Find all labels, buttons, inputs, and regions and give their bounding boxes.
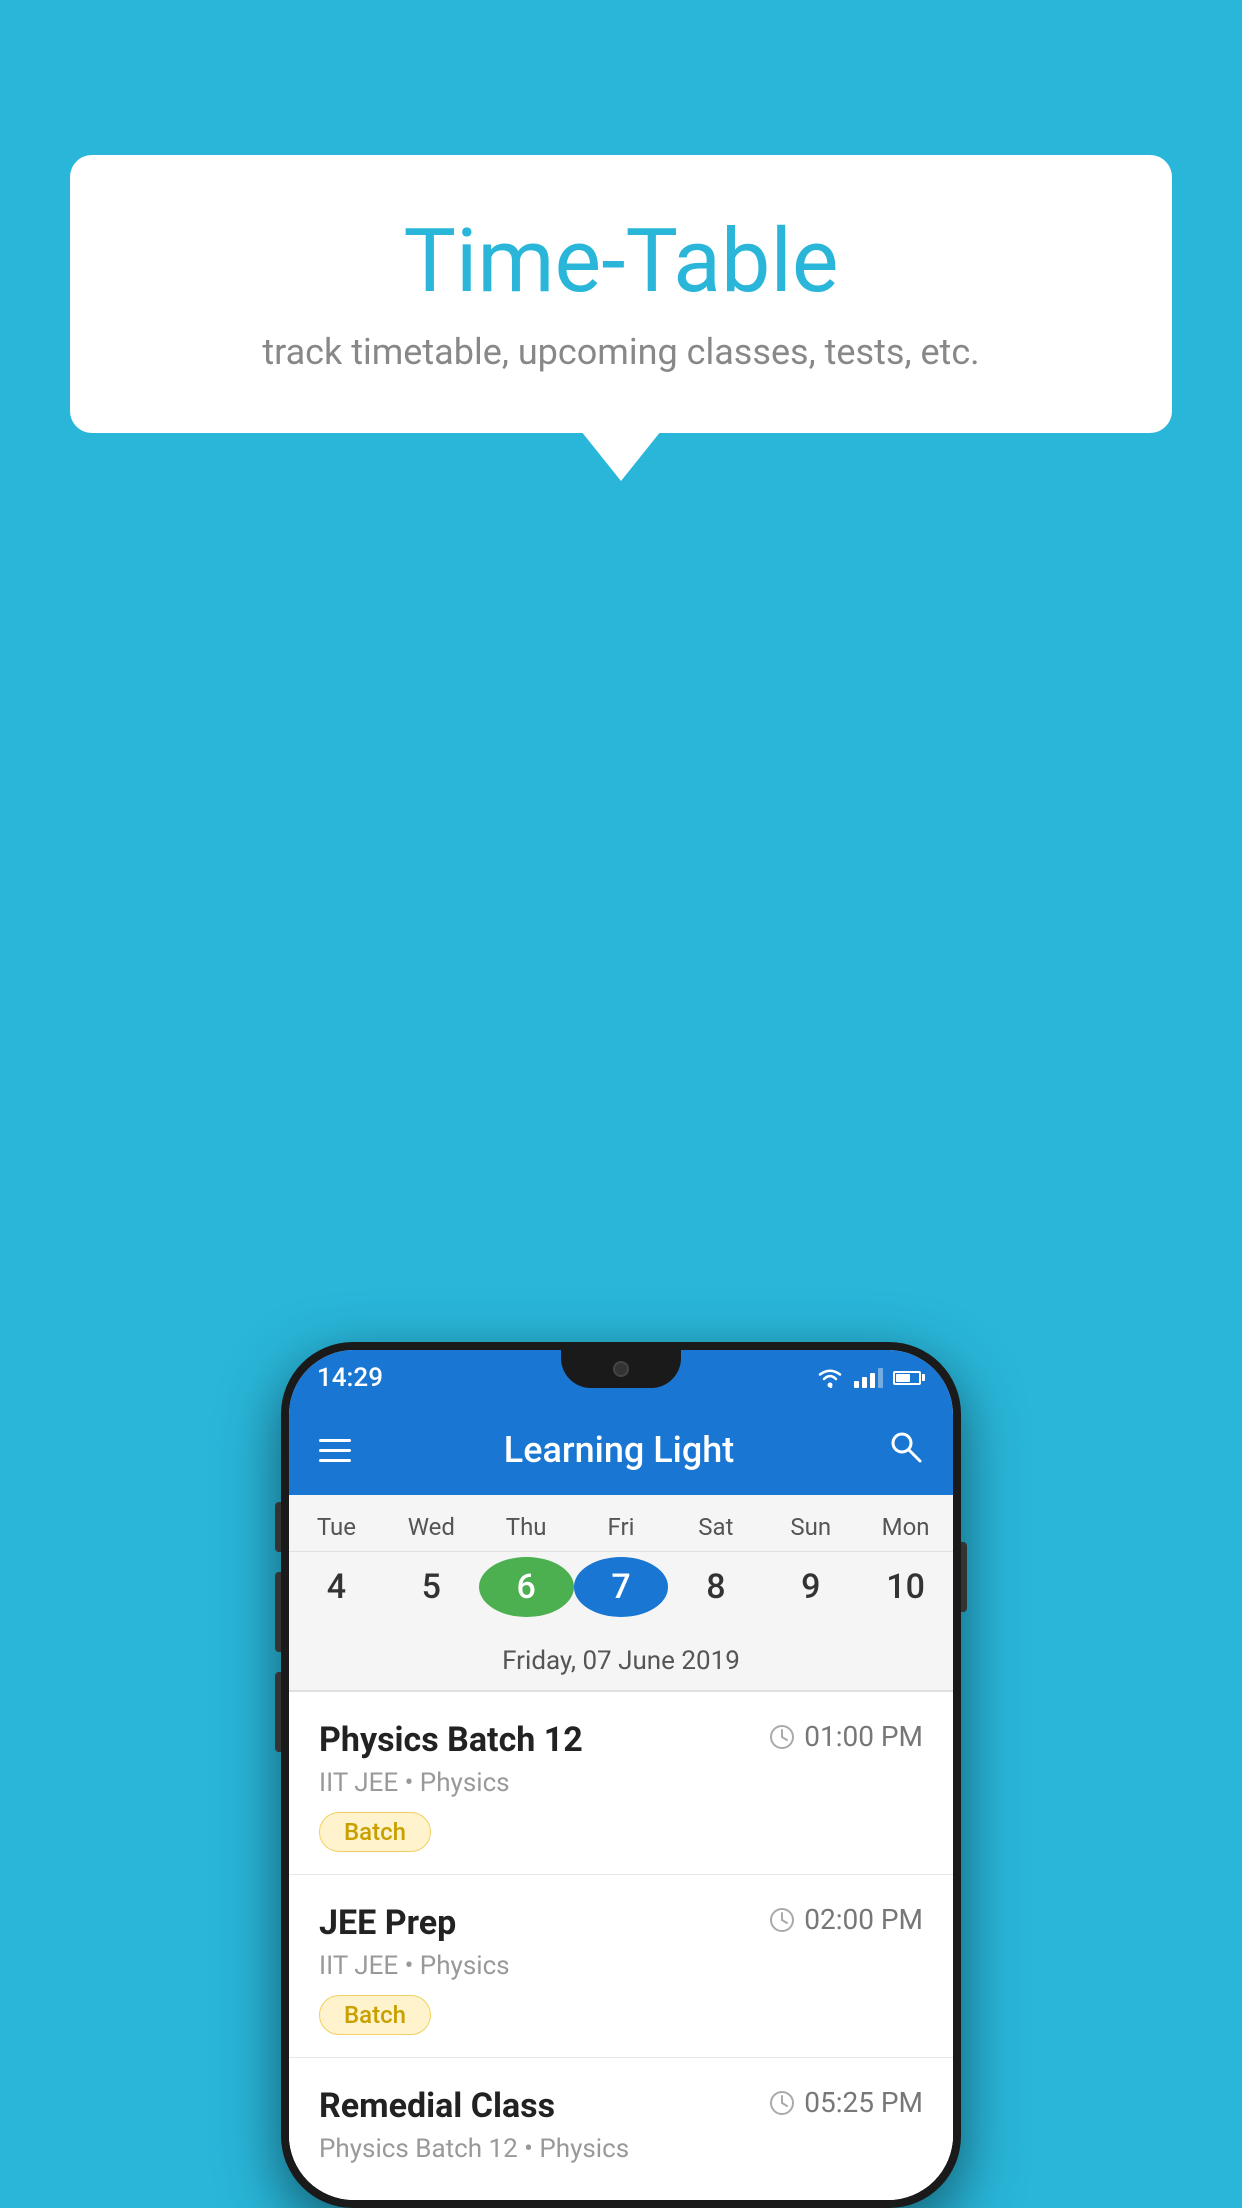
day-header-wed[interactable]: Wed	[384, 1495, 479, 1551]
bubble-subtitle: track timetable, upcoming classes, tests…	[110, 331, 1132, 373]
day-number-6-wrap[interactable]: 6	[479, 1557, 574, 1617]
day-header-mon[interactable]: Mon	[858, 1495, 953, 1551]
day-number-7-wrap[interactable]: 7	[574, 1557, 669, 1617]
schedule-item-sub-2: IIT JEE • Physics	[319, 1951, 923, 1981]
schedule-item-time-3: 05:25 PM	[768, 2086, 923, 2119]
status-icons	[816, 1367, 925, 1389]
day-number-5-wrap[interactable]: 5	[384, 1557, 479, 1617]
speech-bubble: Time-Table track timetable, upcoming cla…	[70, 155, 1172, 433]
signal-icon	[854, 1368, 883, 1388]
day-header-tue[interactable]: Tue	[289, 1495, 384, 1551]
day-number-5: 5	[384, 1557, 479, 1617]
day-number-6: 6	[479, 1557, 574, 1617]
day-header-thu[interactable]: Thu	[479, 1495, 574, 1551]
status-time: 14:29	[317, 1363, 383, 1393]
day-number-10: 10	[858, 1557, 953, 1617]
front-camera	[613, 1361, 629, 1377]
schedule-item-time-1: 01:00 PM	[768, 1720, 923, 1753]
volume-up-button	[275, 1502, 281, 1552]
volume-down-button	[275, 1572, 281, 1652]
schedule-item-header-2: JEE Prep 02:00 PM	[319, 1903, 923, 1943]
day-headers: Tue Wed Thu Fri Sat Sun Mon	[289, 1495, 953, 1552]
day-numbers: 4 5 6 7 8 9	[289, 1552, 953, 1632]
day-number-8-wrap[interactable]: 8	[668, 1557, 763, 1617]
day-header-fri[interactable]: Fri	[574, 1495, 669, 1551]
day-number-9: 9	[763, 1557, 858, 1617]
app-title: Learning Light	[381, 1429, 857, 1471]
power-button	[961, 1542, 967, 1612]
schedule-item-physics-batch-12[interactable]: Physics Batch 12 01:00 PM IIT JEE • Phys…	[289, 1692, 953, 1875]
day-header-sun[interactable]: Sun	[763, 1495, 858, 1551]
selected-date-label: Friday, 07 June 2019	[289, 1632, 953, 1691]
phone-mockup: 14:29	[281, 1342, 961, 2208]
schedule-item-jee-prep[interactable]: JEE Prep 02:00 PM IIT JEE • Physics Batc…	[289, 1875, 953, 2058]
day-number-4-wrap[interactable]: 4	[289, 1557, 384, 1617]
phone-screen: 14:29	[289, 1350, 953, 2200]
wifi-icon	[816, 1367, 844, 1389]
menu-button[interactable]	[319, 1439, 351, 1462]
calendar-strip: Tue Wed Thu Fri Sat Sun Mon 4 5	[289, 1495, 953, 1692]
search-button[interactable]	[887, 1428, 923, 1473]
batch-tag-1: Batch	[319, 1812, 431, 1852]
day-number-9-wrap[interactable]: 9	[763, 1557, 858, 1617]
clock-icon-3	[768, 2089, 796, 2117]
day-number-8: 8	[668, 1557, 763, 1617]
schedule-item-title-1: Physics Batch 12	[319, 1720, 583, 1760]
day-number-4: 4	[289, 1557, 384, 1617]
notch	[561, 1350, 681, 1388]
silent-button	[275, 1672, 281, 1752]
day-number-7: 7	[574, 1557, 669, 1617]
day-number-10-wrap[interactable]: 10	[858, 1557, 953, 1617]
app-bar: Learning Light	[289, 1405, 953, 1495]
bubble-title: Time-Table	[110, 210, 1132, 313]
schedule-item-remedial[interactable]: Remedial Class 05:25 PM Physics Batch 12…	[289, 2058, 953, 2200]
schedule-item-title-2: JEE Prep	[319, 1903, 456, 1943]
clock-icon-1	[768, 1723, 796, 1751]
schedule-item-header-1: Physics Batch 12 01:00 PM	[319, 1720, 923, 1760]
schedule-list: Physics Batch 12 01:00 PM IIT JEE • Phys…	[289, 1692, 953, 2200]
battery-icon	[893, 1371, 925, 1385]
schedule-item-sub-3: Physics Batch 12 • Physics	[319, 2134, 923, 2164]
day-header-sat[interactable]: Sat	[668, 1495, 763, 1551]
phone-frame: 14:29	[281, 1342, 961, 2208]
schedule-item-time-2: 02:00 PM	[768, 1903, 923, 1936]
schedule-item-sub-1: IIT JEE • Physics	[319, 1768, 923, 1798]
schedule-item-header-3: Remedial Class 05:25 PM	[319, 2086, 923, 2126]
clock-icon-2	[768, 1906, 796, 1934]
batch-tag-2: Batch	[319, 1995, 431, 2035]
status-bar: 14:29	[289, 1350, 953, 1405]
schedule-item-title-3: Remedial Class	[319, 2086, 555, 2126]
